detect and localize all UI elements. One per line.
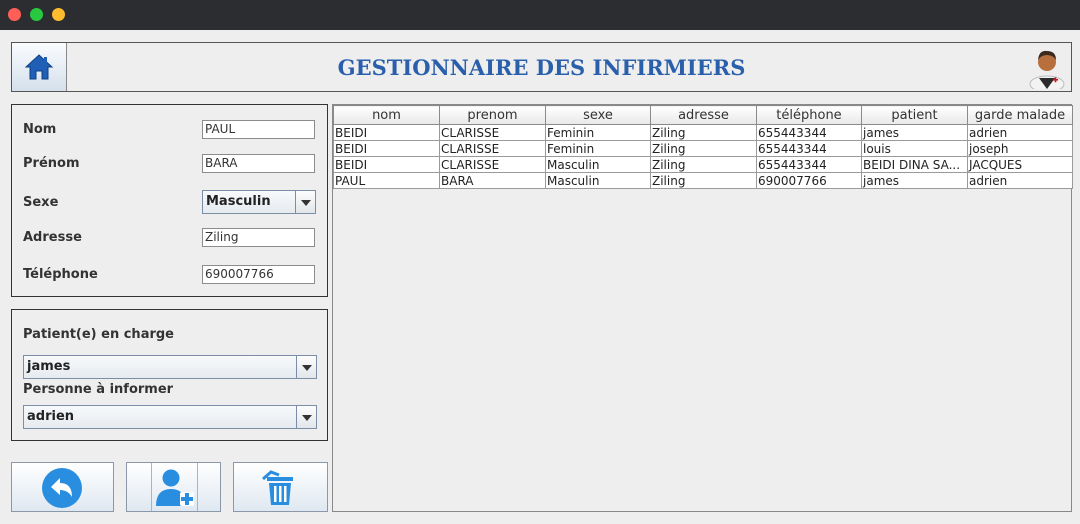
table-cell[interactable]: joseph	[967, 140, 1073, 157]
table-cell[interactable]: CLARISSE	[439, 124, 546, 141]
close-window-button[interactable]	[8, 8, 21, 21]
chevron-down-icon[interactable]	[296, 356, 316, 378]
nom-label: Nom	[23, 122, 57, 137]
table-cell[interactable]: BEIDI DINA SA...	[861, 156, 968, 173]
undo-icon	[42, 468, 82, 508]
chevron-down-icon[interactable]	[295, 191, 315, 213]
sexe-selected-value: Masculin	[206, 194, 271, 209]
table-cell[interactable]: Feminin	[545, 124, 651, 141]
table-row[interactable]: BEIDI CLARISSE Masculin Ziling 655443344…	[333, 156, 1073, 173]
patient-selected-value: james	[27, 359, 71, 374]
table-cell[interactable]: BEIDI	[333, 156, 440, 173]
table-cell[interactable]: 655443344	[756, 124, 862, 141]
patient-dropdown[interactable]: james	[23, 355, 317, 379]
personne-dropdown[interactable]: adrien	[23, 405, 317, 429]
table-cell[interactable]: Masculin	[545, 156, 651, 173]
button-divider	[197, 463, 198, 511]
table-header-row: nom prenom sexe adresse téléphone patien…	[333, 105, 1073, 125]
table-cell[interactable]: Feminin	[545, 140, 651, 157]
page-title: GESTIONNAIRE DES INFIRMIERS	[337, 55, 746, 80]
personne-selected-value: adrien	[27, 409, 75, 424]
table-cell[interactable]: Ziling	[650, 124, 757, 141]
table-cell[interactable]: BEIDI	[333, 140, 440, 157]
table-row[interactable]: PAUL BARA Masculin Ziling 690007766 jame…	[333, 172, 1073, 189]
prenom-label: Prénom	[23, 156, 80, 171]
table-cell[interactable]: adrien	[967, 172, 1073, 189]
doctor-icon	[1029, 50, 1065, 89]
add-nurse-button[interactable]	[126, 462, 221, 512]
adresse-label: Adresse	[23, 230, 82, 245]
column-header-garde-malade[interactable]: garde malade	[967, 105, 1073, 125]
table-cell[interactable]: 655443344	[756, 156, 862, 173]
column-header-nom[interactable]: nom	[333, 105, 440, 125]
table-cell[interactable]: Ziling	[650, 140, 757, 157]
table-cell[interactable]: Masculin	[545, 172, 651, 189]
window-titlebar	[0, 0, 1080, 30]
table-cell[interactable]: Ziling	[650, 172, 757, 189]
table-cell[interactable]: Ziling	[650, 156, 757, 173]
sexe-dropdown[interactable]: Masculin	[202, 190, 316, 214]
care-panel: Patient(e) en charge james Personne à in…	[11, 309, 328, 441]
table-row[interactable]: BEIDI CLARISSE Feminin Ziling 655443344 …	[333, 140, 1073, 157]
sexe-label: Sexe	[23, 195, 59, 210]
table-cell[interactable]: BARA	[439, 172, 546, 189]
table-cell[interactable]: james	[861, 172, 968, 189]
chevron-down-icon[interactable]	[296, 406, 316, 428]
table-cell[interactable]: PAUL	[333, 172, 440, 189]
nurse-info-panel: Nom PAUL Prénom BARA Sexe Masculin Adres…	[11, 104, 328, 297]
back-button[interactable]	[11, 462, 114, 512]
zoom-window-button[interactable]	[52, 8, 65, 21]
table-cell[interactable]: CLARISSE	[439, 140, 546, 157]
nurses-table-panel: nom prenom sexe adresse téléphone patien…	[332, 104, 1073, 512]
table-cell[interactable]: JACQUES	[967, 156, 1073, 173]
column-header-sexe[interactable]: sexe	[545, 105, 651, 125]
table-row[interactable]: BEIDI CLARISSE Feminin Ziling 655443344 …	[333, 124, 1073, 141]
add-user-icon	[156, 469, 194, 506]
personne-label: Personne à informer	[23, 382, 174, 397]
prenom-field[interactable]: BARA	[202, 154, 315, 173]
table-cell[interactable]: CLARISSE	[439, 156, 546, 173]
adresse-field[interactable]: Ziling	[202, 228, 315, 247]
button-divider	[151, 463, 152, 511]
patient-label: Patient(e) en charge	[23, 327, 174, 342]
nurses-table: nom prenom sexe adresse téléphone patien…	[333, 105, 1073, 189]
table-cell[interactable]: adrien	[967, 124, 1073, 141]
delete-button[interactable]	[233, 462, 328, 512]
column-header-adresse[interactable]: adresse	[650, 105, 757, 125]
column-header-telephone[interactable]: téléphone	[756, 105, 862, 125]
table-cell[interactable]: 690007766	[756, 172, 862, 189]
telephone-field[interactable]: 690007766	[202, 265, 315, 284]
table-cell[interactable]: louis	[861, 140, 968, 157]
telephone-label: Téléphone	[23, 267, 98, 282]
header-bar: GESTIONNAIRE DES INFIRMIERS	[11, 42, 1072, 92]
trash-icon	[262, 470, 293, 505]
nom-field[interactable]: PAUL	[202, 120, 315, 139]
column-header-patient[interactable]: patient	[861, 105, 968, 125]
table-cell[interactable]: 655443344	[756, 140, 862, 157]
minimize-window-button[interactable]	[30, 8, 43, 21]
column-header-prenom[interactable]: prenom	[439, 105, 546, 125]
table-cell[interactable]: james	[861, 124, 968, 141]
table-cell[interactable]: BEIDI	[333, 124, 440, 141]
